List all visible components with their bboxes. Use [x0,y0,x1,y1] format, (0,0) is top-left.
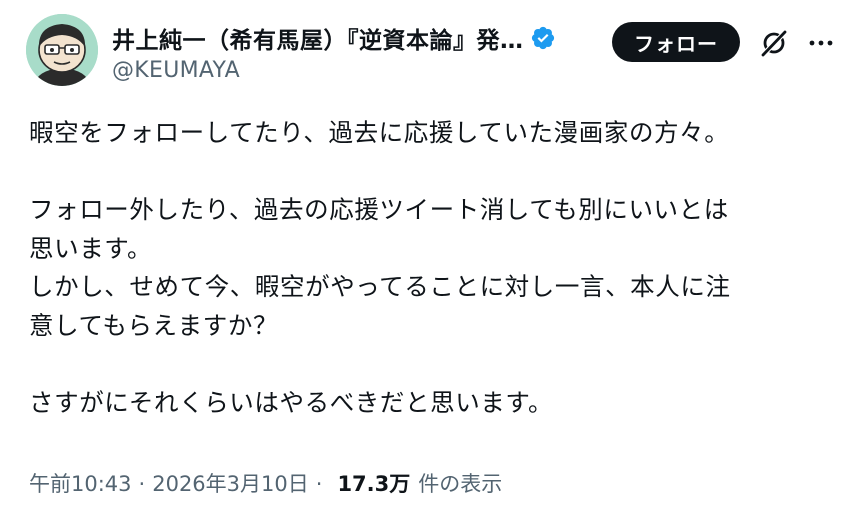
tweet-time[interactable]: 午前10:43 [29,468,132,498]
tweet-line: しかし、せめて今、暇空がやってることに対し一言、本人に注 [29,272,731,301]
author-block: 井上純一（希有馬屋）『逆資本論』発… @KEUMAYA [112,22,612,83]
author-handle[interactable]: @KEUMAYA [112,58,612,83]
tweet-line: 思います。 [29,233,153,263]
avatar-illustration-icon [26,14,98,86]
meta-separator: · [315,472,323,496]
name-row: 井上純一（希有馬屋）『逆資本論』発… [112,22,612,54]
tweet-line: 暇空をフォローしてたり、過去に応援していた漫画家の方々。 [29,118,730,147]
follow-button[interactable]: フォロー [612,22,740,62]
tweet-date[interactable]: 2026年3月10日 [152,468,309,498]
meta-separator: · [138,472,146,496]
grok-icon[interactable] [759,28,789,58]
tweet-card: 井上純一（希有馬屋）『逆資本論』発… @KEUMAYA フォロー 暇空をフォロー… [0,0,857,517]
tweet-line: フォロー外したり、過去の応援ツイート消しても別にいいとは [29,195,729,224]
views-label: 件の表示 [418,472,503,496]
tweet-meta: 午前10:43 · 2026年3月10日 · 17.3万 件の表示 [29,468,502,498]
more-options-icon[interactable] [806,28,836,58]
author-display-name[interactable]: 井上純一（希有馬屋）『逆資本論』発… [112,21,524,55]
verified-badge-icon[interactable] [530,25,556,51]
tweet-header: 井上純一（希有馬屋）『逆資本論』発… @KEUMAYA フォロー [26,14,836,90]
tweet-line: 意してもらえますか？ [29,310,279,340]
avatar[interactable] [26,14,98,86]
tweet-text: 暇空をフォローしてたり、過去に応援していた漫画家の方々。 フォロー外したり、過去… [29,114,839,422]
views-count[interactable]: 17.3万 [337,468,410,498]
tweet-line: さすがにそれくらいはやるべきだと思います。 [29,387,554,417]
